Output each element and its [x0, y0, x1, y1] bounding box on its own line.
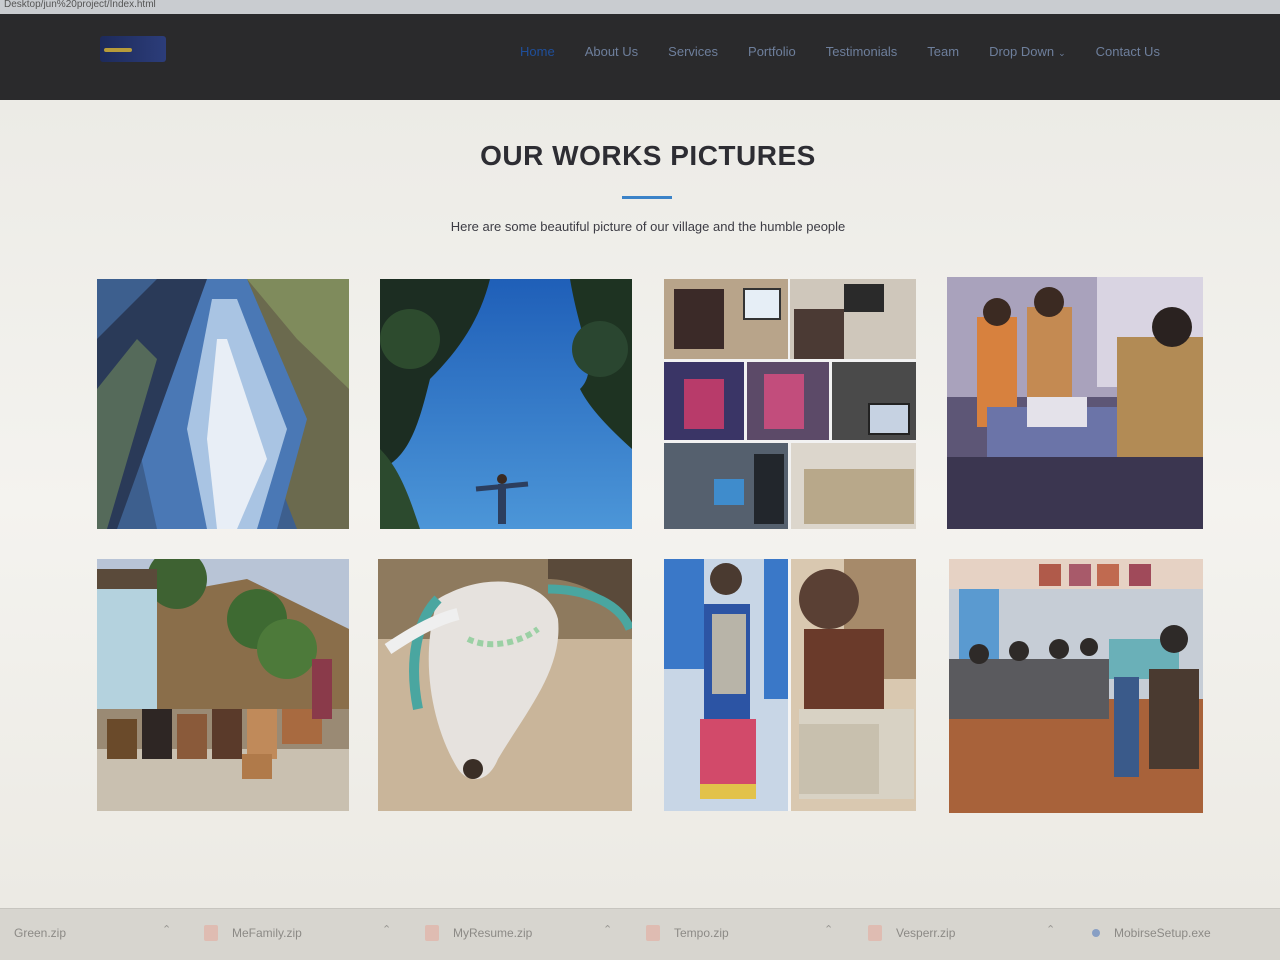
download-item[interactable]: MyResume.zip — [425, 923, 532, 943]
nav-item-home[interactable]: Home — [520, 44, 555, 64]
download-name: MobirseSetup.exe — [1114, 926, 1211, 940]
cow-image — [378, 559, 632, 811]
gallery-photo-sky-person[interactable] — [380, 279, 632, 529]
download-name: MeFamily.zip — [232, 926, 302, 940]
nav-item-portfolio[interactable]: Portfolio — [748, 44, 796, 64]
gallery-photo-students-projector[interactable] — [947, 277, 1203, 529]
download-item[interactable]: Green.zip — [0, 923, 66, 943]
download-item[interactable]: Tempo.zip — [646, 923, 729, 943]
top-navbar: Home About Us Services Portfolio Testimo… — [0, 14, 1280, 100]
nav-item-drop-down-label: Drop Down — [989, 44, 1055, 59]
classroom-computers-image — [949, 559, 1203, 813]
exe-file-icon — [1092, 929, 1100, 937]
downloads-bar: Green.zip ⌃ MeFamily.zip ⌃ MyResume.zip … — [0, 908, 1280, 960]
gallery-photo-cow[interactable] — [378, 559, 632, 811]
computer-lab-collage-image — [664, 279, 916, 529]
nav-item-testimonials[interactable]: Testimonials — [826, 44, 898, 64]
title-underline — [622, 196, 672, 199]
nav-item-services[interactable]: Services — [668, 44, 718, 64]
students-projector-image — [947, 277, 1203, 529]
zip-file-icon — [646, 925, 660, 941]
chevron-up-icon[interactable]: ⌃ — [162, 923, 171, 936]
chevron-down-icon: ⌄ — [1058, 48, 1066, 58]
goats-herd-image — [97, 559, 349, 811]
download-item[interactable]: MobirseSetup.exe — [1092, 923, 1211, 943]
zip-file-icon — [204, 925, 218, 941]
nav-item-team[interactable]: Team — [927, 44, 959, 64]
download-name: Green.zip — [14, 926, 67, 940]
waterfall-image — [97, 279, 349, 529]
gallery-photo-girls-collage[interactable] — [664, 559, 916, 811]
browser-url-strip: Desktop/jun%20project/Index.html — [0, 0, 1280, 14]
nav-menu: Home About Us Services Portfolio Testimo… — [520, 44, 1190, 64]
download-item[interactable]: MeFamily.zip — [204, 923, 302, 943]
chevron-up-icon[interactable]: ⌃ — [824, 923, 833, 936]
works-section: OUR WORKS PICTURES Here are some beautif… — [0, 100, 1280, 908]
gallery-photo-waterfall[interactable] — [97, 279, 349, 529]
section-title: OUR WORKS PICTURES — [480, 140, 816, 171]
nav-item-contact-us[interactable]: Contact Us — [1096, 44, 1160, 64]
download-name: Tempo.zip — [674, 926, 729, 940]
download-item[interactable]: Vesperr.zip — [868, 923, 955, 943]
chevron-up-icon[interactable]: ⌃ — [382, 923, 391, 936]
download-name: MyResume.zip — [453, 926, 533, 940]
section-subtitle: Here are some beautiful picture of our v… — [450, 219, 846, 234]
site-logo[interactable] — [100, 36, 166, 62]
zip-file-icon — [868, 925, 882, 941]
zip-file-icon — [425, 925, 439, 941]
nav-item-drop-down[interactable]: Drop Down ⌄ — [989, 44, 1066, 64]
gallery-photo-computer-lab-collage[interactable] — [664, 279, 916, 529]
nav-item-about-us[interactable]: About Us — [585, 44, 638, 64]
chevron-up-icon[interactable]: ⌃ — [603, 923, 612, 936]
gallery-photo-goats-herd[interactable] — [97, 559, 349, 811]
download-name: Vesperr.zip — [896, 926, 956, 940]
girls-collage-image — [664, 559, 916, 811]
gallery-photo-classroom-computers[interactable] — [949, 559, 1203, 813]
url-text: Desktop/jun%20project/Index.html — [4, 0, 156, 10]
sky-person-image — [380, 279, 632, 529]
chevron-up-icon[interactable]: ⌃ — [1046, 923, 1055, 936]
